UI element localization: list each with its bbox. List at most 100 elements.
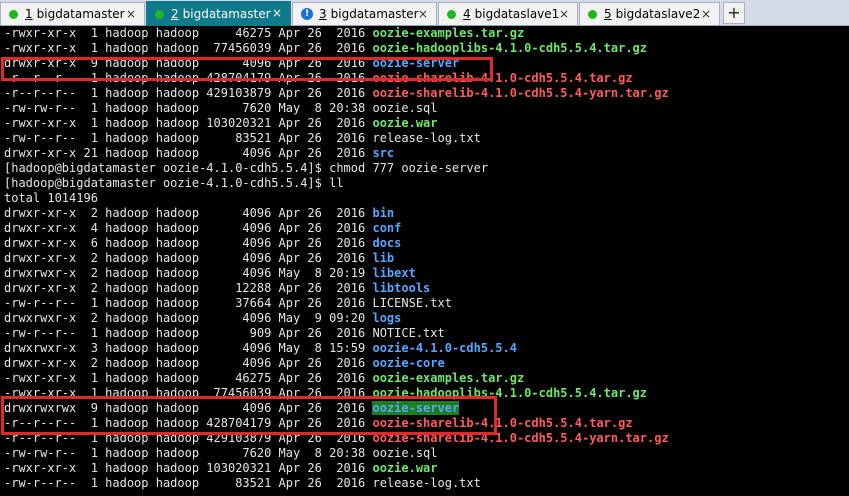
line-text: -rw-rw-r-- 1 hadoop hadoop 7620 May 8 20… [4,446,373,460]
line-text: -rwxr-xr-x 1 hadoop hadoop 77456039 Apr … [4,41,373,55]
terminal-line: -rwxr-xr-x 1 hadoop hadoop 46275 Apr 26 … [4,26,524,41]
close-tab-icon[interactable]: × [418,7,428,21]
terminal-line: -r--r--r-- 1 hadoop hadoop 429103879 Apr… [4,431,669,446]
line-text: -rwxr-xr-x 1 hadoop hadoop 46275 Apr 26 … [4,371,373,385]
file-name: oozie-server [372,56,460,70]
line-text: drwxrwxr-x 2 hadoop hadoop 4096 May 8 20… [4,266,373,280]
file-name: release-log.txt [372,476,481,490]
line-text: drwxr-xr-x 9 hadoop hadoop 4096 Apr 26 2… [4,56,373,70]
add-tab-button[interactable]: + [723,2,745,24]
line-text: -rwxr-xr-x 1 hadoop hadoop 77456039 Apr … [4,386,373,400]
session-tab-4[interactable]: 4 bigdataslave1 × [438,2,578,25]
line-text: -r--r--r-- 1 hadoop hadoop 428704179 Apr… [4,71,373,85]
line-text: -rwxr-xr-x 1 hadoop hadoop 103020321 Apr… [4,116,373,130]
tab-number: 5 [604,7,612,21]
line-text: -rwxr-xr-x 1 hadoop hadoop 103020321 Apr… [4,461,373,475]
line-text: drwxr-xr-x 2 hadoop hadoop 4096 Apr 26 2… [4,251,373,265]
terminal-line: drwxr-xr-x 4 hadoop hadoop 4096 Apr 26 2… [4,221,401,236]
terminal-line: drwxr-xr-x 21 hadoop hadoop 4096 Apr 26 … [4,146,394,161]
connected-status-icon [155,9,164,19]
terminal-line: -rwxr-xr-x 1 hadoop hadoop 103020321 Apr… [4,461,438,476]
file-name: NOTICE.txt [372,326,445,340]
file-name: conf [372,221,402,235]
line-text: drwxr-xr-x 21 hadoop hadoop 4096 Apr 26 … [4,146,373,160]
terminal-line: -r--r--r-- 1 hadoop hadoop 428704179 Apr… [4,71,633,86]
terminal-line: -rw-r--r-- 1 hadoop hadoop 37664 Apr 26 … [4,296,452,311]
tab-label: bigdatamaster [330,7,419,21]
tab-label: bigdataslave2 [615,7,701,21]
connected-status-icon [9,9,18,19]
line-text: -rw-r--r-- 1 hadoop hadoop 909 Apr 26 20… [4,326,373,340]
tab-label: bigdatamaster [36,7,125,21]
terminal-line: drwxr-xr-x 6 hadoop hadoop 4096 Apr 26 2… [4,236,401,251]
session-tab-2[interactable]: 2 bigdatamaster × [146,1,291,26]
terminal-line: drwxrwxr-x 2 hadoop hadoop 4096 May 9 09… [4,311,401,326]
file-name: oozie-4.1.0-cdh5.5.4 [372,341,517,355]
session-tab-bar: 1 bigdatamaster × 2 bigdatamaster × ! 3 … [0,0,849,26]
tab-number: 1 [25,7,33,21]
terminal-output[interactable]: -rw-r--r-- 1 hadoop hadoop 83521 Apr 26 … [0,26,849,496]
line-text: drwxr-xr-x 6 hadoop hadoop 4096 Apr 26 2… [4,236,373,250]
file-name: libext [372,266,416,280]
file-name: src [372,146,395,160]
line-text: -r--r--r-- 1 hadoop hadoop 429103879 Apr… [4,86,373,100]
terminal-line: drwxrwxrwx 9 hadoop hadoop 4096 Apr 26 2… [4,401,460,416]
close-tab-icon[interactable]: × [559,7,569,21]
terminal-line: total 1014196 [4,191,98,206]
file-name: oozie-hadooplibs-4.1.0-cdh5.5.4.tar.gz [372,41,648,55]
tab-number: 4 [463,7,471,21]
terminal-line: -rw-rw-r-- 1 hadoop hadoop 7620 May 8 20… [4,101,438,116]
tab-number: 3 [319,7,327,21]
line-text: drwxrwxr-x 3 hadoop hadoop 4096 May 8 15… [4,341,373,355]
terminal-line: drwxr-xr-x 2 hadoop hadoop 4096 Apr 26 2… [4,251,394,266]
tab-label: bigdataslave1 [474,7,560,21]
terminal-line: drwxr-xr-x 2 hadoop hadoop 4096 Apr 26 2… [4,206,394,221]
file-name: LICENSE.txt [372,296,452,310]
terminal-line: drwxrwxr-x 2 hadoop hadoop 4096 May 8 20… [4,266,416,281]
file-name: oozie-sharelib-4.1.0-cdh5.5.4.tar.gz [372,416,633,430]
line-text: -r--r--r-- 1 hadoop hadoop 429103879 Apr… [4,431,373,445]
file-name: oozie-server [372,401,460,415]
session-tab-3[interactable]: ! 3 bigdatamaster × [292,2,437,25]
file-name: libtools [372,281,431,295]
file-name: bin [372,206,395,220]
connected-status-icon [447,9,456,19]
close-tab-icon[interactable]: × [272,6,282,20]
file-name: oozie-hadooplibs-4.1.0-cdh5.5.4.tar.gz [372,386,648,400]
tab-number: 2 [171,7,179,21]
file-name: oozie.war [372,461,438,475]
terminal-line: drwxr-xr-x 2 hadoop hadoop 4096 Apr 26 2… [4,356,445,371]
line-text: drwxrwxr-x 2 hadoop hadoop 4096 May 9 09… [4,311,373,325]
file-name: oozie-examples.tar.gz [372,26,525,40]
line-text: -rw-rw-r-- 1 hadoop hadoop 7620 May 8 20… [4,101,373,115]
terminal-line: drwxr-xr-x 2 hadoop hadoop 12288 Apr 26 … [4,281,430,296]
line-text: drwxr-xr-x 2 hadoop hadoop 12288 Apr 26 … [4,281,373,295]
line-text: -rw-r--r-- 1 hadoop hadoop 83521 Apr 26 … [4,476,373,490]
file-name: oozie.sql [372,101,438,115]
line-text: drwxrwxrwx 9 hadoop hadoop 4096 Apr 26 2… [4,401,373,415]
close-tab-icon[interactable]: × [126,7,136,21]
line-text: drwxr-xr-x 2 hadoop hadoop 4096 Apr 26 2… [4,356,373,370]
line-text: -rw-r--r-- 1 hadoop hadoop 37664 Apr 26 … [4,296,373,310]
terminal-line: -rw-rw-r-- 1 hadoop hadoop 7620 May 8 20… [4,446,438,461]
close-tab-icon[interactable]: × [701,7,711,21]
terminal-line: -rwxr-xr-x 1 hadoop hadoop 77456039 Apr … [4,386,647,401]
session-tab-5[interactable]: 5 bigdataslave2 × [579,2,720,25]
terminal-line: -r--r--r-- 1 hadoop hadoop 428704179 Apr… [4,416,633,431]
line-text: -rw-r--r-- 1 hadoop hadoop 83521 Apr 26 … [4,131,373,145]
session-tab-1[interactable]: 1 bigdatamaster × [0,2,145,25]
terminal-line: drwxrwxr-x 3 hadoop hadoop 4096 May 8 15… [4,341,517,356]
file-name: logs [372,311,402,325]
terminal-line: [hadoop@bigdatamaster oozie-4.1.0-cdh5.5… [4,176,344,191]
terminal-line: [hadoop@bigdatamaster oozie-4.1.0-cdh5.5… [4,161,488,176]
file-name: oozie-sharelib-4.1.0-cdh5.5.4.tar.gz [372,71,633,85]
file-name: oozie.war [372,116,438,130]
file-name: oozie-examples.tar.gz [372,371,525,385]
file-name: release-log.txt [372,131,481,145]
terminal-line: -rwxr-xr-x 1 hadoop hadoop 77456039 Apr … [4,41,647,56]
file-name: oozie-core [372,356,445,370]
tab-label: bigdatamaster [182,7,271,21]
file-name: oozie-sharelib-4.1.0-cdh5.5.4-yarn.tar.g… [372,431,669,445]
file-name: oozie-sharelib-4.1.0-cdh5.5.4-yarn.tar.g… [372,86,669,100]
terminal-line: -r--r--r-- 1 hadoop hadoop 429103879 Apr… [4,86,669,101]
